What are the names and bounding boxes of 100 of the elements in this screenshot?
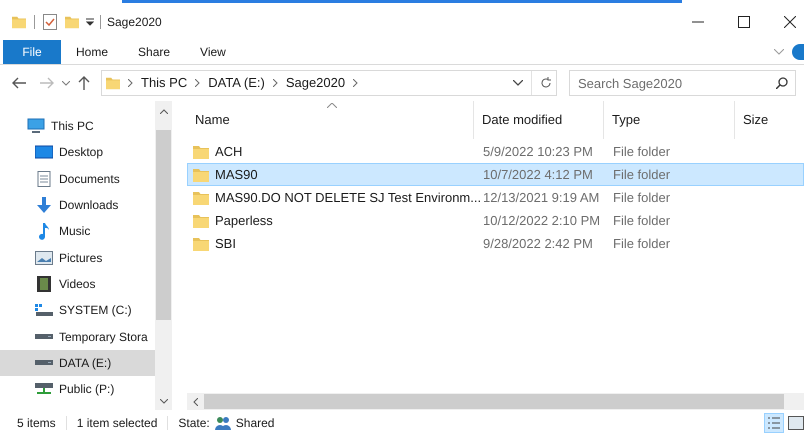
nav-item[interactable]: Public (P:) xyxy=(0,376,155,402)
chevron-right-icon xyxy=(128,79,133,87)
nav-item[interactable]: Desktop xyxy=(0,139,155,166)
desktop-icon xyxy=(35,145,53,160)
type-cell-text: File folder xyxy=(612,188,672,207)
address-bar[interactable]: This PC DATA (E:) Sage2020 xyxy=(101,70,557,96)
date-cell-text: 5/9/2022 10:23 PM xyxy=(482,142,594,161)
nav-label: Temporary Stora xyxy=(59,328,148,346)
type-cell-text: File folder xyxy=(612,166,672,184)
back-arrow-icon[interactable] xyxy=(12,77,26,89)
file-name: ACH xyxy=(215,142,242,161)
file-name: MAS90.DO NOT DELETE SJ Test Environm... xyxy=(215,188,482,207)
network-drive-icon xyxy=(34,382,54,396)
nav-label: Music xyxy=(59,223,90,240)
nav-item[interactable]: DATA (E:) xyxy=(0,350,155,376)
selection-count: 1 item selected xyxy=(76,414,158,432)
film-icon xyxy=(37,276,51,292)
nav-item[interactable]: This PC xyxy=(0,113,155,140)
maximize-icon[interactable] xyxy=(738,16,750,28)
nav-item[interactable]: SYSTEM (C:) xyxy=(0,297,155,324)
folder-icon xyxy=(193,168,209,182)
scroll-up-icon[interactable] xyxy=(160,109,168,114)
chevron-right-icon xyxy=(195,79,200,87)
breadcrumb[interactable]: DATA (E:) xyxy=(208,73,265,93)
nav-item[interactable]: Downloads xyxy=(0,192,155,218)
nav-item[interactable]: Pictures xyxy=(0,244,155,271)
type-cell-text: File folder xyxy=(612,234,672,253)
nav-label: SYSTEM (C:) xyxy=(59,302,132,320)
folder-icon xyxy=(193,190,209,204)
scrollbar[interactable] xyxy=(155,101,172,410)
type-cell-text: File folder xyxy=(612,142,672,161)
column-header[interactable]: Date modified xyxy=(474,101,604,139)
dropdown-icon[interactable] xyxy=(86,18,94,26)
users-icon xyxy=(214,414,232,430)
item-count: 5 items xyxy=(17,414,56,432)
breadcrumb[interactable]: This PC xyxy=(141,73,188,93)
chevron-right-icon xyxy=(272,79,278,87)
file-name: SBI xyxy=(215,234,236,253)
refresh-icon[interactable] xyxy=(540,77,552,89)
nav-item[interactable]: Videos xyxy=(0,270,155,298)
folder-icon xyxy=(106,75,120,91)
chevron-right-icon xyxy=(353,79,358,87)
state-value: Shared xyxy=(236,414,274,432)
file-name: MAS90 xyxy=(215,166,258,184)
file-row[interactable]: MAS90.DO NOT DELETE SJ Test Environm...12/13/2021 9:19 AM File folder xyxy=(187,186,804,209)
ribbon-tab[interactable]: Share xyxy=(128,40,180,64)
folder-icon xyxy=(193,236,209,250)
computer-icon xyxy=(27,118,45,134)
picture-icon xyxy=(35,250,53,265)
file-tab[interactable]: File xyxy=(3,40,61,64)
column-header[interactable]: Type xyxy=(604,101,735,139)
drive-icon xyxy=(34,360,54,366)
nav-label: Downloads xyxy=(59,197,118,214)
nav-label: Public (P:) xyxy=(59,381,114,398)
folder-icon xyxy=(193,144,209,158)
scroll-thumb[interactable] xyxy=(204,394,784,409)
date-cell-text: 9/28/2022 2:42 PM xyxy=(482,234,594,253)
thumbnail-view-icon[interactable] xyxy=(788,416,804,430)
date-cell-text: 10/7/2022 4:12 PM xyxy=(482,166,594,184)
scroll-left-icon[interactable] xyxy=(193,398,198,406)
nav-item[interactable]: Documents xyxy=(0,166,155,192)
type-cell-text: File folder xyxy=(612,212,672,230)
document-icon xyxy=(37,170,51,187)
file-name: Paperless xyxy=(215,212,273,230)
file-row[interactable]: Paperless 10/12/2022 2:10 PM File folder xyxy=(187,209,804,232)
recent-dropdown-icon[interactable] xyxy=(62,80,70,86)
folder-icon xyxy=(193,214,209,228)
nav-item[interactable]: Temporary Stora xyxy=(0,323,155,350)
scroll-thumb[interactable] xyxy=(156,130,171,320)
up-arrow-icon[interactable] xyxy=(78,76,90,90)
search-field[interactable]: Search Sage2020 xyxy=(569,70,796,96)
properties-icon[interactable] xyxy=(43,14,57,30)
chevron-down-icon[interactable] xyxy=(513,80,523,86)
download-arrow-icon xyxy=(35,196,53,214)
breadcrumb[interactable]: Sage2020 xyxy=(286,73,346,93)
nav-label: Pictures xyxy=(59,250,102,267)
windows-drive-icon xyxy=(34,303,54,318)
file-row[interactable]: ACH 5/9/2022 10:23 PM File folder xyxy=(187,140,804,163)
ribbon-tab[interactable]: Home xyxy=(66,40,118,64)
music-note-icon xyxy=(38,222,50,240)
search-icon xyxy=(776,77,788,89)
help-icon[interactable] xyxy=(792,44,804,60)
nav-label: Documents xyxy=(59,170,120,188)
file-row[interactable]: MAS90 10/7/2022 4:12 PM File folder xyxy=(187,163,804,186)
nav-item[interactable]: Music xyxy=(0,218,155,244)
horizontal-scrollbar[interactable] xyxy=(187,393,804,410)
details-view-icon[interactable] xyxy=(764,412,784,432)
drive-icon xyxy=(34,334,54,340)
column-header[interactable]: Size xyxy=(735,101,804,139)
window-title: Sage2020 xyxy=(107,14,162,30)
ribbon-tab[interactable]: View xyxy=(190,40,236,64)
file-row[interactable]: SBI 9/28/2022 2:42 PM File folder xyxy=(187,232,804,255)
nav-label: This PC xyxy=(51,118,94,136)
nav-label: Videos xyxy=(59,276,96,293)
nav-label: Desktop xyxy=(59,144,104,162)
date-cell-text: 10/12/2022 2:10 PM xyxy=(482,212,602,230)
close-icon[interactable] xyxy=(784,16,796,28)
column-header[interactable]: Name xyxy=(187,101,474,139)
scroll-down-icon[interactable] xyxy=(160,399,168,404)
nav-label: DATA (E:) xyxy=(59,354,112,372)
